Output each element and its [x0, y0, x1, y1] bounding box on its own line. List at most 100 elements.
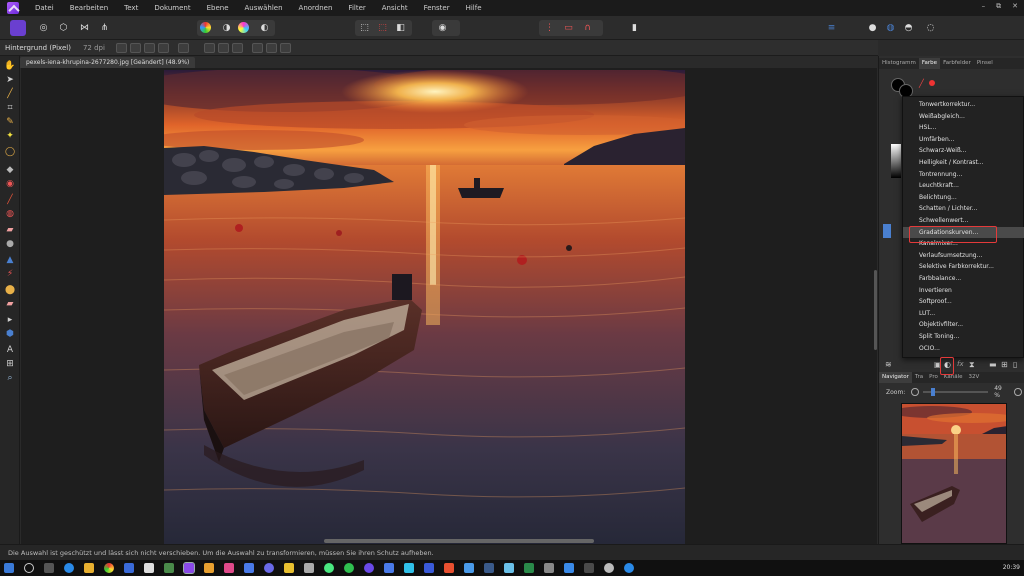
- crop-tool-icon[interactable]: ⌗: [4, 102, 16, 114]
- menu-hilfe[interactable]: Hilfe: [458, 0, 490, 16]
- menu-item-schwarz-weiss[interactable]: Schwarz-Weiß...: [903, 145, 1024, 157]
- flip-horizontal-icon[interactable]: [143, 42, 155, 53]
- menu-item-verlaufsumsetzung[interactable]: Verlaufsumsetzung...: [903, 250, 1024, 262]
- app-icon-30[interactable]: [624, 563, 634, 573]
- selection-marquee-icon[interactable]: ⬚: [358, 21, 371, 34]
- menu-item-umfaerben[interactable]: Umfärben...: [903, 134, 1024, 146]
- notepad-icon[interactable]: [144, 563, 154, 573]
- tab-transform[interactable]: Tra: [912, 372, 926, 383]
- align-middle-icon[interactable]: [265, 42, 277, 53]
- windows-start-icon[interactable]: [4, 563, 14, 573]
- menu-item-split-toning[interactable]: Split Toning...: [903, 331, 1024, 343]
- auto-colors-icon[interactable]: [238, 22, 249, 33]
- tab-protokoll[interactable]: Pro: [926, 372, 941, 383]
- app-icon-28[interactable]: [584, 563, 594, 573]
- affinity-photo-logo-icon[interactable]: [7, 2, 19, 14]
- menu-item-objektivfilter[interactable]: Objektivfilter...: [903, 319, 1024, 331]
- menu-dokument[interactable]: Dokument: [146, 0, 198, 16]
- task-view-icon[interactable]: [44, 563, 54, 573]
- delete-layer-icon[interactable]: ▯: [1013, 360, 1022, 369]
- layers-icon[interactable]: ≋: [885, 360, 894, 369]
- excel-icon[interactable]: [524, 563, 534, 573]
- menu-auswaehlen[interactable]: Auswählen: [237, 0, 291, 16]
- quick-mask-icon[interactable]: ◉: [436, 21, 449, 34]
- tab-navigator[interactable]: Navigator: [879, 372, 912, 383]
- red-eye-tool-icon[interactable]: ⚡: [4, 268, 16, 280]
- app-icon-27[interactable]: [564, 563, 574, 573]
- discord-icon[interactable]: [264, 563, 274, 573]
- auto-contrast-icon[interactable]: ◑: [220, 21, 233, 34]
- taskbar-clock[interactable]: 20:39: [1003, 560, 1020, 576]
- menu-datei[interactable]: Datei: [27, 0, 62, 16]
- develop-persona-icon[interactable]: ⬡: [57, 21, 70, 34]
- studio-link-icon[interactable]: ◍: [884, 21, 897, 34]
- chrome-icon[interactable]: [104, 563, 114, 573]
- file-explorer-icon[interactable]: [84, 563, 94, 573]
- flood-fill-tool-icon[interactable]: ◆: [4, 164, 16, 176]
- align-bottom-icon[interactable]: [279, 42, 291, 53]
- hand-tool-icon[interactable]: ✋: [4, 60, 16, 72]
- tab-32v[interactable]: 32V: [966, 372, 983, 383]
- menu-ansicht[interactable]: Ansicht: [374, 0, 416, 16]
- lasso-tool-icon[interactable]: ◯: [4, 146, 16, 158]
- shape-tool-icon[interactable]: ⬢: [4, 328, 16, 340]
- tab-pinsel[interactable]: Pinsel: [974, 58, 996, 69]
- align-left-icon[interactable]: [203, 42, 215, 53]
- zoom-out-icon[interactable]: [911, 388, 919, 396]
- pen-tool-icon[interactable]: ▸: [4, 314, 16, 326]
- canvas-area[interactable]: [21, 68, 877, 544]
- app-icon-17[interactable]: [364, 563, 374, 573]
- liquify-persona-icon[interactable]: ◎: [37, 21, 50, 34]
- folder-icon[interactable]: ▬: [989, 360, 998, 369]
- word-icon[interactable]: [124, 563, 134, 573]
- healing-brush-tool-icon[interactable]: ▰: [4, 298, 16, 310]
- mesh-warp-tool-icon[interactable]: ⊞: [4, 358, 16, 370]
- menu-item-lut[interactable]: LUT...: [903, 308, 1024, 320]
- dodge-tool-icon[interactable]: ●: [4, 238, 16, 250]
- app-icon-20[interactable]: [424, 563, 434, 573]
- menu-item-ocio[interactable]: OCIO...: [903, 343, 1024, 355]
- color-replacement-tool-icon[interactable]: ◍: [4, 208, 16, 220]
- flood-select-tool-icon[interactable]: ✦: [4, 130, 16, 142]
- menu-ebene[interactable]: Ebene: [199, 0, 237, 16]
- restore-button[interactable]: ⧉: [996, 2, 1001, 11]
- color-picker-tool-icon[interactable]: ╱: [4, 88, 16, 100]
- blur-brush-tool-icon[interactable]: ⬤: [4, 284, 16, 296]
- menu-item-tonwertkorrektur[interactable]: Tonwertkorrektur...: [903, 99, 1024, 111]
- menu-item-farbbalance[interactable]: Farbbalance...: [903, 273, 1024, 285]
- layer-thumbnail[interactable]: [883, 224, 891, 238]
- clone-tool-icon[interactable]: ▲: [4, 254, 16, 266]
- menu-item-belichtung[interactable]: Belichtung...: [903, 192, 1024, 204]
- new-layer-icon[interactable]: ⊞: [1001, 360, 1010, 369]
- hourglass-icon[interactable]: ⧗: [969, 360, 978, 369]
- assistant-icon[interactable]: ▮: [628, 21, 641, 34]
- edge-icon[interactable]: [64, 563, 74, 573]
- steam-icon[interactable]: [484, 563, 494, 573]
- menu-anordnen[interactable]: Anordnen: [291, 0, 341, 16]
- invert-selection-icon[interactable]: ◧: [394, 21, 407, 34]
- snapping-icon[interactable]: ⋮: [543, 21, 556, 34]
- rotate-icon[interactable]: [129, 42, 141, 53]
- tab-histogramm[interactable]: Histogramm: [879, 58, 919, 69]
- app-icon-7[interactable]: [164, 563, 174, 573]
- zoom-tool-icon[interactable]: ⌕: [4, 372, 16, 384]
- zoom-slider-handle[interactable]: [930, 388, 935, 396]
- app-icon-15[interactable]: [324, 563, 334, 573]
- whatsapp-icon[interactable]: [344, 563, 354, 573]
- zoom-slider[interactable]: [922, 388, 989, 396]
- close-button[interactable]: ✕: [1012, 2, 1018, 11]
- menu-item-hsl[interactable]: HSL...: [903, 122, 1024, 134]
- transform-icon[interactable]: [177, 42, 189, 53]
- affinity-photo-taskbar-icon[interactable]: [183, 562, 195, 574]
- tone-mapping-persona-icon[interactable]: ⋈: [78, 21, 91, 34]
- menu-item-selektive-farbkorrektur[interactable]: Selektive Farbkorrektur...: [903, 261, 1024, 273]
- preferences-icon[interactable]: ◌: [924, 21, 937, 34]
- color-slider[interactable]: [891, 144, 901, 178]
- menu-item-softproof[interactable]: Softproof...: [903, 296, 1024, 308]
- menu-item-schwellenwert[interactable]: Schwellenwert...: [903, 215, 1024, 227]
- app-icon-22[interactable]: [464, 563, 474, 573]
- menu-item-weissabgleich[interactable]: Weißabgleich...: [903, 111, 1024, 123]
- text-tool-icon[interactable]: A: [4, 344, 16, 356]
- menu-filter[interactable]: Filter: [340, 0, 373, 16]
- navigator-thumbnail[interactable]: [901, 403, 1007, 544]
